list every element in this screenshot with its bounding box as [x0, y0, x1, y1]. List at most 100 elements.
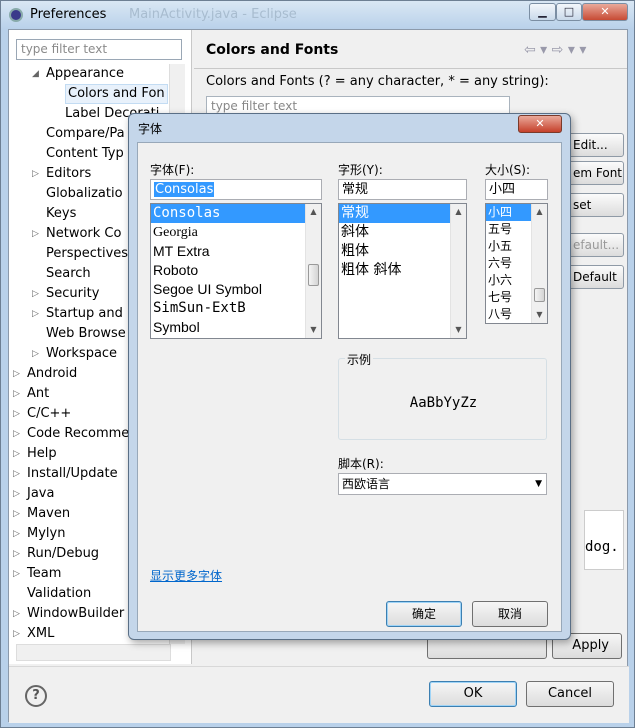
reset-button[interactable]: set [568, 193, 624, 217]
list-item[interactable]: Symbol [151, 318, 305, 337]
ok-button[interactable]: OK [429, 681, 517, 707]
font-list-scrollbar[interactable]: ▲ ▼ [305, 204, 321, 338]
tree-item[interactable]: ◢ Appearance [9, 64, 177, 84]
tree-item-label: Search [46, 266, 91, 281]
font-cancel-button[interactable]: 取消 [472, 601, 548, 627]
font-family-input[interactable]: Consolas [150, 179, 322, 200]
collapsed-arrow-icon[interactable]: ▷ [13, 364, 20, 384]
scroll-up-icon[interactable]: ▲ [532, 204, 547, 220]
sample-group: 示例 AaBbYyZz [338, 351, 547, 440]
scroll-down-icon[interactable]: ▼ [451, 322, 466, 338]
font-style-label: 字形(Y): [338, 163, 383, 177]
tree-item-label: Security [46, 286, 100, 301]
help-icon[interactable]: ? [25, 685, 47, 707]
scroll-down-icon[interactable]: ▼ [532, 307, 547, 323]
page-navigation-icons[interactable]: ⇦ ▾ ⇨ ▾ ▾ [524, 42, 586, 58]
font-dialog-body: 字体(F): Consolas Consolas Georgia MT Extra R… [137, 142, 562, 632]
font-size-input[interactable]: 小四 [485, 179, 548, 200]
list-item[interactable]: 斜体 [339, 223, 450, 242]
tree-item-label: Perspectives [46, 246, 129, 261]
tree-item-label: Maven [27, 506, 71, 521]
collapsed-arrow-icon[interactable]: ▷ [13, 384, 20, 404]
list-item[interactable]: Georgia [151, 223, 305, 242]
scroll-down-icon[interactable]: ▼ [306, 322, 321, 338]
scroll-up-icon[interactable]: ▲ [451, 204, 466, 220]
font-dialog-close-button[interactable]: ✕ [518, 115, 562, 133]
list-item[interactable]: Roboto [151, 261, 305, 280]
edit-default-button[interactable]: efault... [568, 233, 624, 257]
collapsed-arrow-icon[interactable]: ▷ [32, 224, 39, 244]
tree-item-label: Help [27, 446, 57, 461]
edit-button[interactable]: Edit... [568, 133, 624, 157]
font-preview: dog. [584, 510, 624, 570]
maximize-button[interactable]: □ [556, 3, 582, 21]
list-item[interactable]: 粗体 斜体 [339, 261, 450, 280]
collapsed-arrow-icon[interactable]: ▷ [13, 544, 20, 564]
cancel-button[interactable]: Cancel [526, 681, 614, 707]
list-item[interactable]: 五号 [486, 221, 531, 238]
font-ok-button[interactable]: 确定 [386, 601, 462, 627]
collapsed-arrow-icon[interactable]: ▷ [13, 604, 20, 624]
font-size-label: 大小(S): [485, 163, 531, 177]
tree-item-label: Team [27, 566, 62, 581]
list-item[interactable]: SimSun-ExtB [151, 299, 305, 318]
sample-label: 示例 [345, 351, 374, 368]
list-item[interactable]: 粗体 [339, 242, 450, 261]
style-list-scrollbar[interactable]: ▲ ▼ [450, 204, 466, 338]
use-system-font-button[interactable]: em Font [568, 161, 624, 185]
expanded-arrow-icon[interactable]: ◢ [32, 64, 39, 84]
sample-text: AaBbYyZz [409, 395, 478, 411]
list-item[interactable]: Consolas [151, 204, 305, 223]
tree-item-label: Content Typ [46, 146, 124, 161]
font-family-list[interactable]: Consolas Georgia MT Extra Roboto Segoe UI Sy… [150, 203, 322, 339]
tree-item-label: Ant [27, 386, 50, 401]
collapsed-arrow-icon[interactable]: ▷ [13, 404, 20, 424]
go-to-default-button[interactable]: Default [568, 265, 624, 289]
show-more-fonts-link[interactable]: 显示更多字体 [150, 567, 222, 584]
close-button[interactable]: ✕ [582, 3, 628, 21]
script-select[interactable]: 西欧语言 ▼ [338, 473, 547, 495]
size-list-scrollbar[interactable]: ▲ ▼ [531, 204, 547, 323]
font-family-label: 字体(F): [150, 163, 195, 177]
scroll-thumb[interactable] [308, 264, 319, 286]
list-item[interactable]: 小四 [486, 204, 531, 221]
collapsed-arrow-icon[interactable]: ▷ [13, 424, 20, 444]
list-item[interactable]: 八号 [486, 306, 531, 323]
tree-item[interactable]: Colors and Fon [9, 84, 177, 104]
scroll-up-icon[interactable]: ▲ [306, 204, 321, 220]
tree-item-label: Colors and Fon [65, 84, 168, 104]
list-item[interactable]: 小六 [486, 272, 531, 289]
list-item[interactable]: 七号 [486, 289, 531, 306]
tree-item-label: XML [27, 626, 55, 641]
collapsed-arrow-icon[interactable]: ▷ [32, 284, 39, 304]
font-style-input[interactable]: 常规 [338, 179, 467, 200]
collapsed-arrow-icon[interactable]: ▷ [13, 504, 20, 524]
bottom-bar: ? OK Cancel [9, 666, 629, 723]
collapsed-arrow-icon[interactable]: ▷ [13, 624, 20, 644]
scroll-thumb[interactable] [534, 288, 545, 302]
collapsed-arrow-icon[interactable]: ▷ [32, 164, 39, 184]
minimize-button[interactable]: ▁ [529, 3, 556, 21]
header-divider [194, 68, 627, 69]
collapsed-arrow-icon[interactable]: ▷ [13, 524, 20, 544]
list-item[interactable]: 六号 [486, 255, 531, 272]
list-item[interactable]: MT Extra [151, 242, 305, 261]
tree-filter-input[interactable]: type filter text [16, 39, 182, 60]
tree-horizontal-scrollbar[interactable] [16, 644, 171, 661]
chevron-down-icon: ▼ [535, 479, 542, 489]
font-size-list[interactable]: 小四 五号 小五 六号 小六 七号 八号 ▲ ▼ [485, 203, 548, 324]
collapsed-arrow-icon[interactable]: ▷ [13, 484, 20, 504]
collapsed-arrow-icon[interactable]: ▷ [13, 564, 20, 584]
list-item[interactable]: Segoe UI Symbol [151, 280, 305, 299]
collapsed-arrow-icon[interactable]: ▷ [32, 304, 39, 324]
list-item[interactable]: 小五 [486, 238, 531, 255]
list-item[interactable]: 常规 [339, 204, 450, 223]
collapsed-arrow-icon[interactable]: ▷ [32, 344, 39, 364]
font-style-list[interactable]: 常规 斜体 粗体 粗体 斜体 ▲ ▼ [338, 203, 467, 339]
collapsed-arrow-icon[interactable]: ▷ [13, 444, 20, 464]
title-bar: Preferences MainActivity.java - Eclipse … [1, 1, 634, 29]
tree-item-label: Keys [46, 206, 77, 221]
collapsed-arrow-icon[interactable]: ▷ [13, 464, 20, 484]
tree-item-label: Workspace [46, 346, 118, 361]
font-dialog-title: 字体 [138, 122, 163, 136]
